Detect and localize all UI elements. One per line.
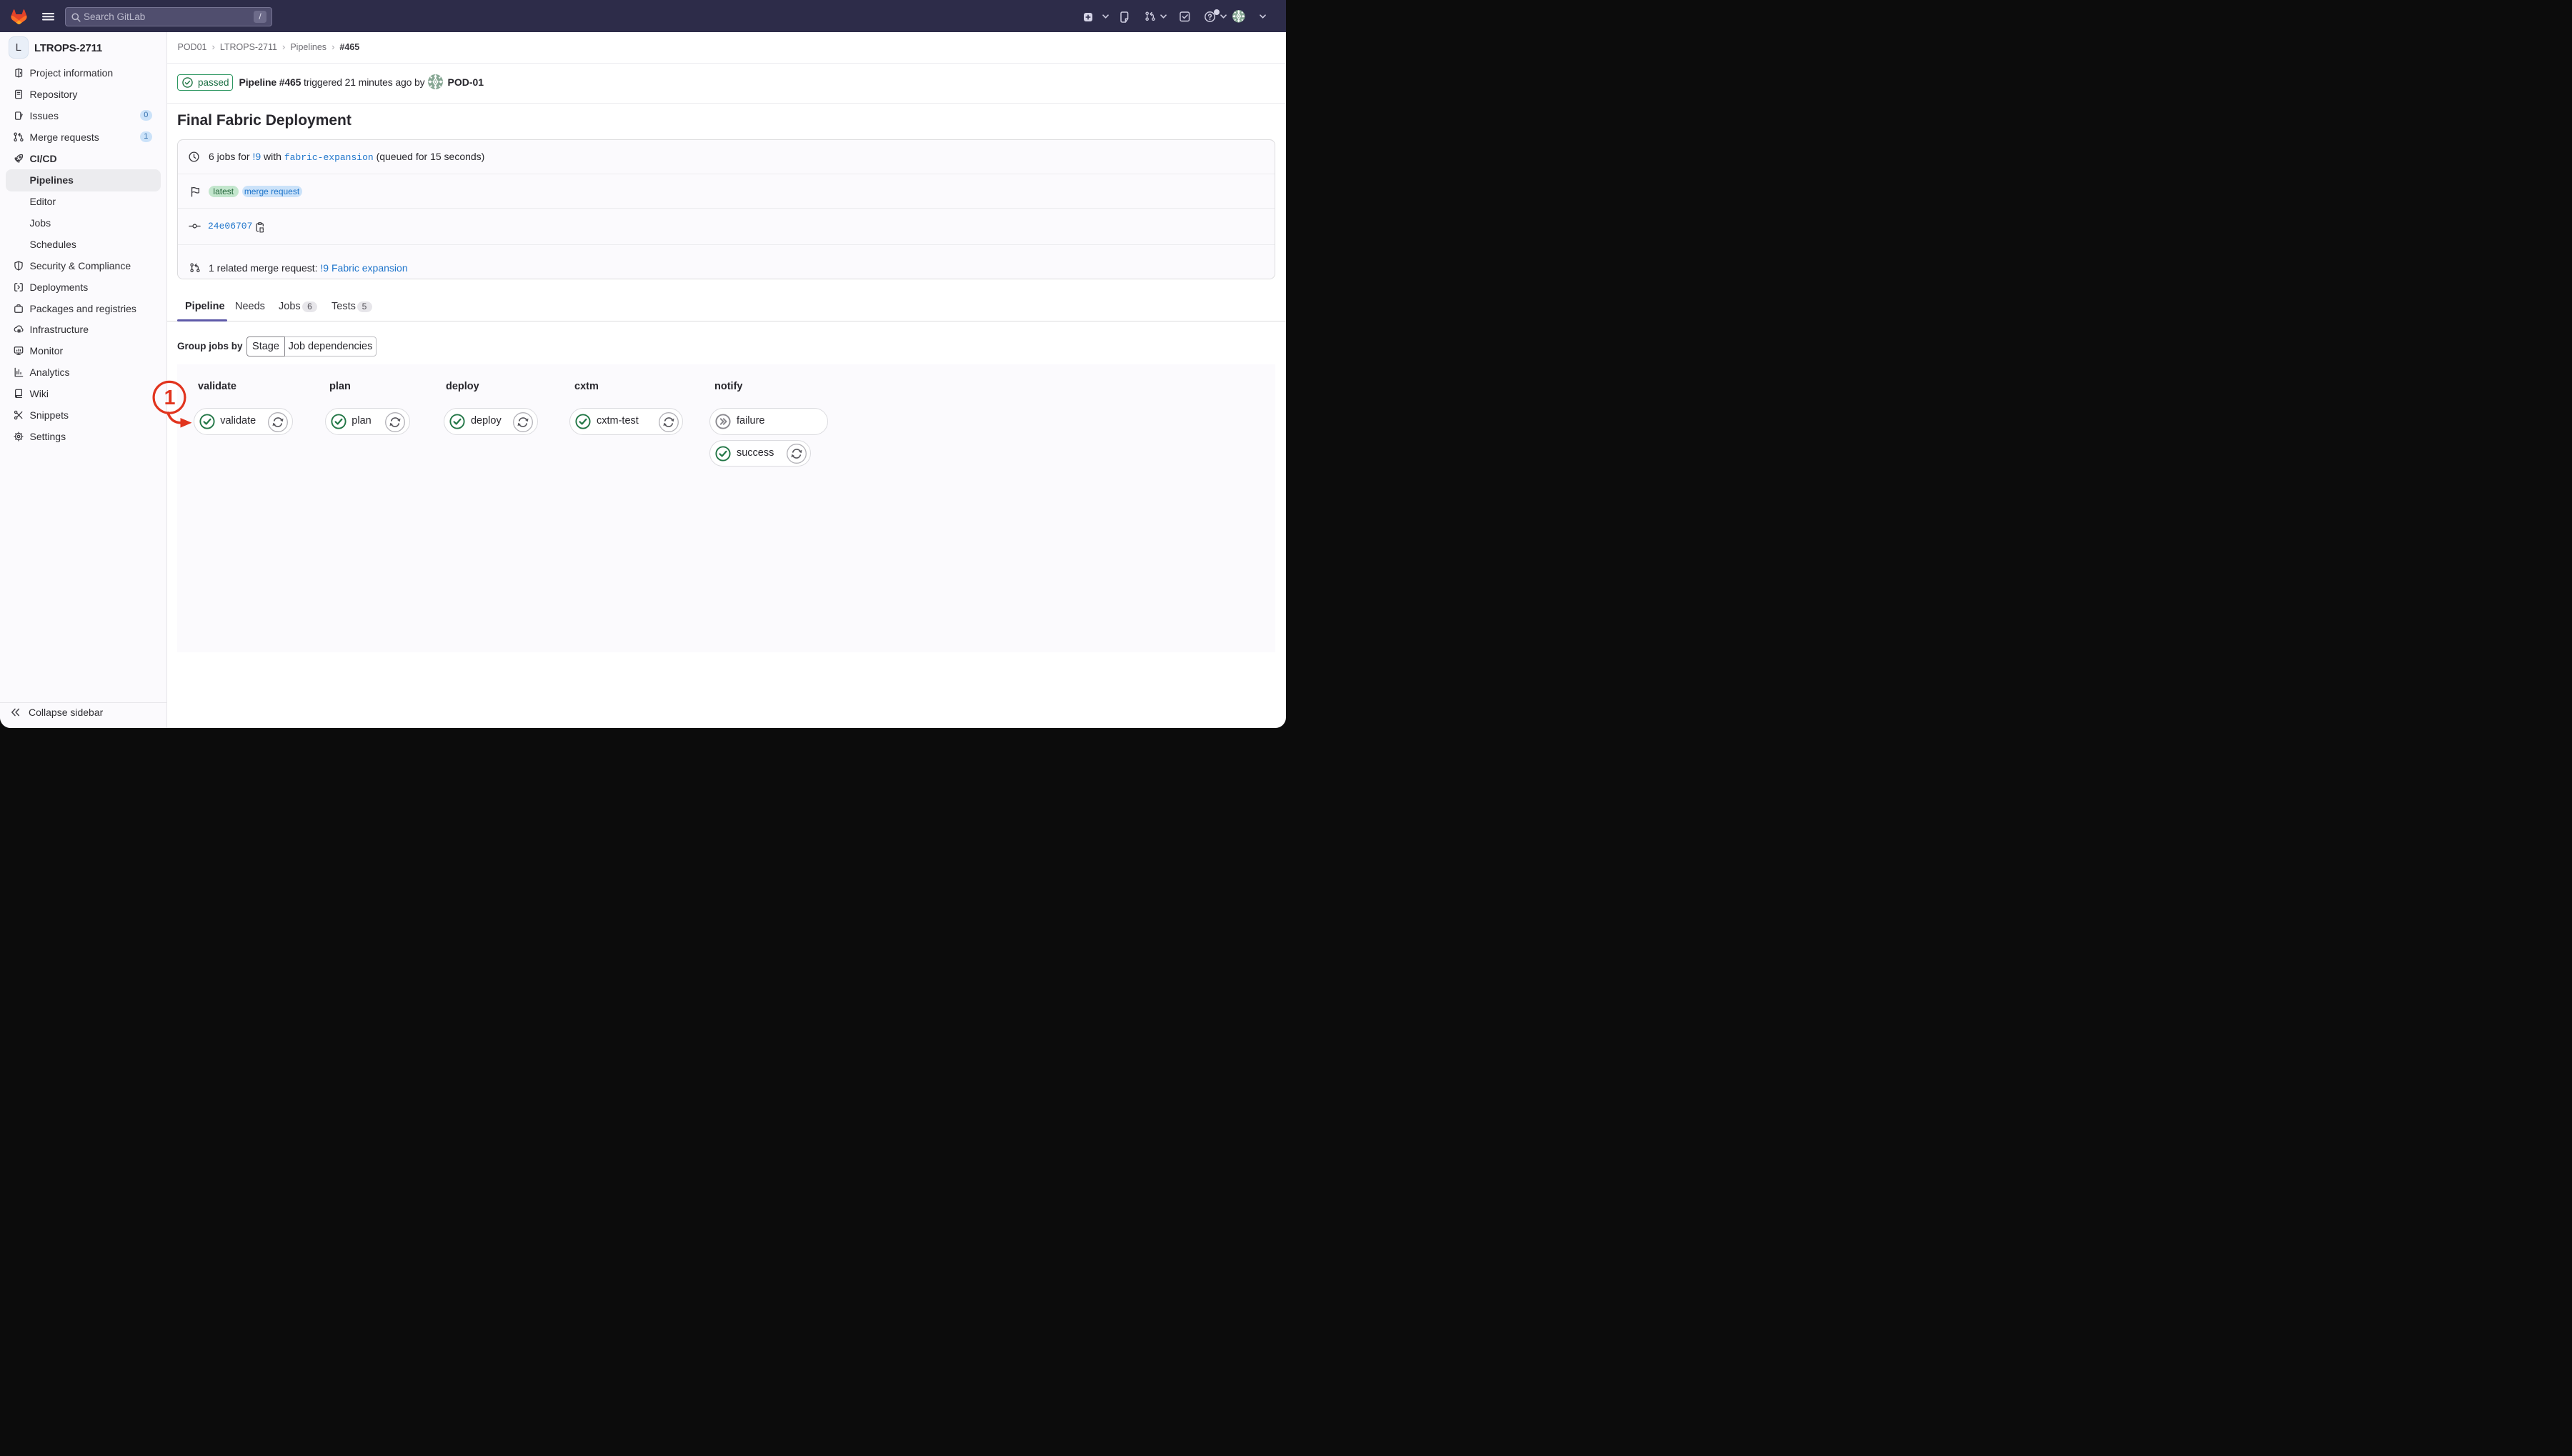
svg-text:1: 1 <box>164 387 176 409</box>
